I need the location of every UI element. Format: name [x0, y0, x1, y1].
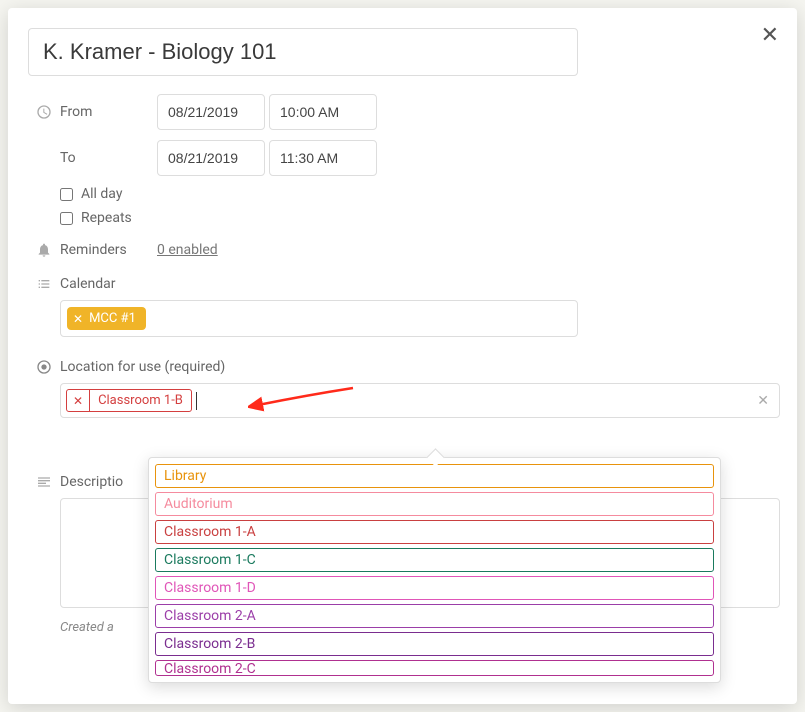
calendar-tag-label: MCC #1 [89, 311, 136, 326]
event-modal: ✕ From To All day [8, 8, 797, 704]
repeats-label: Repeats [81, 210, 132, 226]
location-dropdown: Library Auditorium Classroom 1-A Classroom … [148, 457, 721, 683]
location-tag-remove[interactable]: ✕ [67, 390, 90, 411]
to-label: To [60, 150, 157, 166]
allday-label: All day [81, 186, 122, 202]
reminders-link[interactable]: 0 enabled [157, 242, 218, 258]
location-option[interactable]: Classroom 2-C [155, 660, 714, 676]
location-option[interactable]: Classroom 1-D [155, 576, 714, 600]
radio-icon [28, 359, 60, 375]
location-option[interactable]: Auditorium [155, 492, 714, 516]
location-tag-label: Classroom 1-B [90, 390, 191, 411]
location-clear[interactable]: ✕ [757, 393, 769, 409]
event-title-input[interactable] [28, 28, 578, 76]
from-label: From [60, 104, 157, 120]
repeats-checkbox[interactable] [60, 212, 73, 225]
allday-checkbox[interactable] [60, 188, 73, 201]
clock-icon [28, 104, 60, 120]
location-label: Location for use (required) [60, 359, 225, 375]
calendar-tag-remove[interactable]: ✕ [73, 312, 83, 326]
location-field[interactable]: ✕ Classroom 1-B ✕ [60, 383, 780, 418]
bell-icon [28, 242, 60, 258]
calendar-tag[interactable]: ✕ MCC #1 [67, 307, 146, 330]
calendar-label: Calendar [60, 276, 157, 292]
reminders-label: Reminders [60, 242, 157, 258]
from-time-input[interactable] [269, 94, 377, 130]
to-time-input[interactable] [269, 140, 377, 176]
location-option[interactable]: Classroom 1-C [155, 548, 714, 572]
location-option[interactable]: Classroom 2-A [155, 604, 714, 628]
location-tag[interactable]: ✕ Classroom 1-B [66, 389, 192, 412]
calendar-field[interactable]: ✕ MCC #1 [60, 300, 578, 337]
location-option[interactable]: Library [155, 464, 714, 488]
text-cursor [196, 392, 197, 410]
from-date-input[interactable] [157, 94, 265, 130]
description-icon [28, 474, 60, 490]
description-label: Descriptio [60, 474, 123, 490]
close-button[interactable]: ✕ [761, 22, 779, 48]
to-date-input[interactable] [157, 140, 265, 176]
list-icon [28, 276, 60, 292]
location-option[interactable]: Classroom 1-A [155, 520, 714, 544]
location-option[interactable]: Classroom 2-B [155, 632, 714, 656]
